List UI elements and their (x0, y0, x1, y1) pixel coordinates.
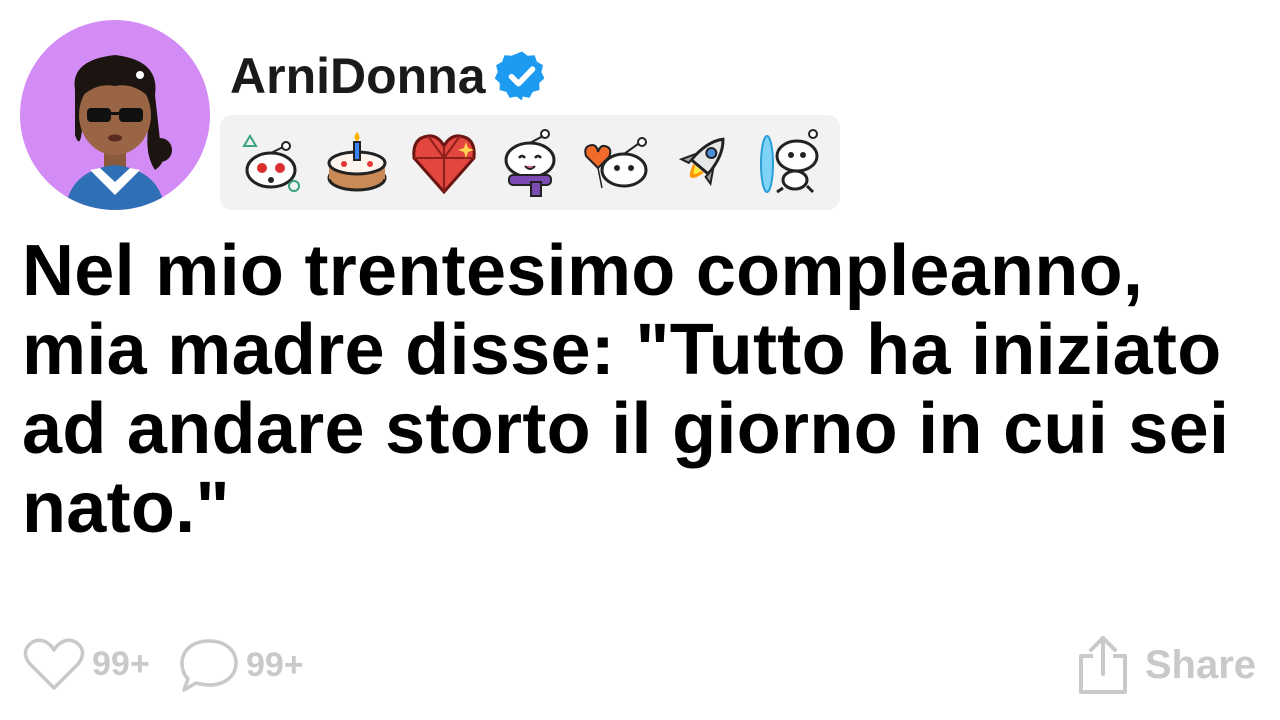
post-footer: 99+ 99+ Share (0, 630, 1280, 700)
gem-heart-icon[interactable] (406, 125, 482, 201)
post-title: Nel mio trentesimo compleanno, mia madre… (22, 231, 1230, 548)
username[interactable]: ArniDonna (230, 46, 550, 106)
share-button[interactable]: Share (1075, 634, 1256, 696)
share-icon (1078, 636, 1127, 694)
comment-bubble-icon (180, 639, 238, 692)
snoo-shocked-icon[interactable] (233, 125, 309, 201)
snoo-heart-balloons-icon[interactable] (578, 125, 654, 201)
birthday-cake-icon[interactable] (319, 125, 395, 201)
verified-badge-icon (494, 51, 544, 101)
comment-button[interactable]: 99+ (178, 636, 304, 694)
snoo-scarf-icon[interactable] (492, 125, 568, 201)
heart-icon (23, 638, 85, 690)
like-count: 99+ (92, 644, 150, 683)
share-label: Share (1144, 642, 1256, 687)
username-text: ArniDonna (230, 48, 486, 104)
rocket-icon[interactable] (665, 125, 741, 201)
avatar-girl-icon (65, 55, 172, 210)
avatar[interactable] (20, 20, 210, 210)
awards-bar (220, 115, 840, 210)
comment-count: 99+ (246, 645, 304, 684)
like-button[interactable]: 99+ (22, 636, 150, 692)
snoo-portal-icon[interactable] (751, 125, 827, 201)
